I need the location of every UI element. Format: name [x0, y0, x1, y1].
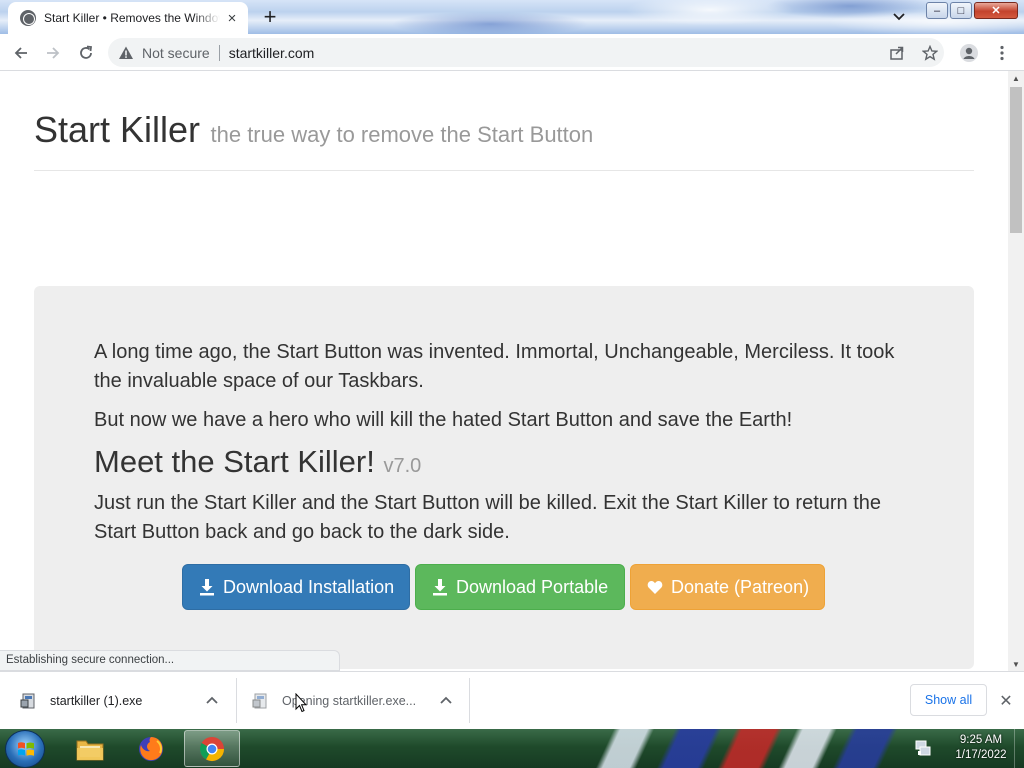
download-installation-label: Download Installation: [223, 576, 395, 597]
share-icon: [890, 46, 904, 60]
security-label[interactable]: Not secure: [142, 45, 210, 61]
forward-button[interactable]: [40, 40, 66, 66]
scrollbar-thumb[interactable]: [1010, 87, 1022, 233]
download-divider: [236, 678, 237, 723]
page-header: Start Killer the true way to remove the …: [34, 109, 593, 151]
site-name: Start Killer: [34, 109, 201, 150]
download-portable-button[interactable]: Download Portable: [415, 564, 625, 610]
taskbar-firefox-button[interactable]: [123, 730, 179, 767]
heart-icon: [647, 578, 663, 596]
download-installation-button[interactable]: Download Installation: [182, 564, 410, 610]
tab-startkiller[interactable]: Start Killer • Removes the Windows Start…: [8, 2, 248, 34]
tab-search-button[interactable]: [888, 7, 910, 27]
omnibox-divider: [218, 44, 220, 61]
bookmark-button[interactable]: [919, 42, 941, 64]
donate-label: Donate (Patreon): [671, 576, 810, 597]
scroll-up-arrow-icon[interactable]: ▲: [1008, 71, 1024, 85]
start-button[interactable]: [5, 730, 45, 768]
exe-file-icon: [20, 693, 35, 708]
browser-toolbar: Not secure startkiller.com: [0, 34, 1024, 71]
hero-text: But now we have a hero who will kill the…: [94, 409, 793, 431]
page-viewport: Start Killer the true way to remove the …: [0, 71, 1008, 671]
tab-title: Start Killer • Removes the Windows Start…: [44, 11, 220, 25]
address-bar[interactable]: Not secure startkiller.com: [108, 38, 944, 67]
exe-file-icon: [252, 693, 267, 708]
donate-patreon-button[interactable]: Donate (Patreon): [630, 564, 825, 610]
hero-panel: A long time ago, the Start Button was in…: [34, 286, 974, 669]
profile-icon: [960, 44, 978, 62]
download-portable-label: Download Portable: [456, 576, 609, 597]
chevron-up-icon[interactable]: [438, 692, 454, 708]
clock-time: 9:25 AM: [959, 734, 1003, 746]
download-icon: [432, 578, 448, 596]
window-maximize-button[interactable]: □: [950, 2, 972, 19]
system-tray: 9:25 AM 1/17/2022: [908, 729, 1024, 768]
reload-button[interactable]: [73, 40, 99, 66]
firefox-icon: [139, 736, 163, 761]
windows-taskbar: 9:25 AM 1/17/2022: [0, 729, 1024, 768]
show-desktop-button[interactable]: [1014, 729, 1024, 768]
instructions-text: Just run the Start Killer and the Start …: [94, 492, 882, 543]
reload-icon: [80, 45, 93, 59]
globe-icon: [20, 10, 36, 26]
mouse-pointer-icon: [295, 693, 307, 713]
taskbar-clock[interactable]: 9:25 AM 1/17/2022: [944, 733, 1018, 763]
chevron-down-icon: [893, 13, 905, 21]
window-minimize-button[interactable]: –: [926, 2, 948, 19]
status-bubble: Establishing secure connection...: [0, 650, 340, 671]
windows-logo-icon: [18, 742, 34, 756]
download-buttons: Download Installation Download Portable …: [182, 564, 825, 610]
download-item[interactable]: startkiller (1).exe: [20, 672, 230, 729]
download-filename: startkiller (1).exe: [50, 693, 143, 708]
intro-text: A long time ago, the Start Button was in…: [94, 341, 895, 392]
network-icon[interactable]: [914, 739, 932, 757]
share-button[interactable]: [886, 42, 908, 64]
taskbar-explorer-button[interactable]: [62, 730, 118, 767]
download-item[interactable]: Opening startkiller.exe...: [252, 672, 462, 729]
warning-triangle-icon[interactable]: [118, 45, 134, 61]
tab-close-icon[interactable]: ×: [224, 10, 240, 26]
taskbar-chrome-button[interactable]: [184, 730, 240, 767]
download-icon: [199, 578, 215, 596]
window-close-button[interactable]: ✕: [974, 2, 1018, 19]
download-shelf: startkiller (1).exe Opening startkiller.…: [0, 671, 1024, 729]
chevron-up-icon[interactable]: [204, 692, 220, 708]
new-tab-button[interactable]: +: [256, 5, 284, 29]
forward-arrow-icon: [47, 47, 60, 59]
close-shelf-icon[interactable]: ✕: [996, 691, 1016, 711]
kebab-menu-icon: [1000, 45, 1004, 61]
folder-icon: [76, 740, 104, 760]
header-divider: [34, 170, 974, 171]
tab-strip: Start Killer • Removes the Windows Start…: [0, 0, 1024, 34]
product-heading-text: Meet the Start Killer!: [94, 444, 375, 479]
chrome-icon: [199, 736, 224, 761]
profile-button[interactable]: [958, 42, 980, 64]
version-label: v7.0: [383, 455, 422, 477]
back-button[interactable]: [8, 40, 34, 66]
scroll-down-arrow-icon[interactable]: ▼: [1008, 657, 1024, 671]
page-scrollbar[interactable]: ▲ ▼: [1008, 71, 1024, 671]
chrome-menu-button[interactable]: [991, 42, 1013, 64]
url-text[interactable]: startkiller.com: [229, 45, 315, 61]
site-tagline: the true way to remove the Start Button: [210, 122, 594, 147]
back-arrow-icon: [14, 47, 27, 59]
download-divider: [469, 678, 470, 723]
product-heading: Meet the Start Killer! v7.0: [94, 445, 904, 483]
clock-date: 1/17/2022: [955, 749, 1007, 761]
star-icon: [922, 45, 938, 61]
show-all-button[interactable]: Show all: [910, 684, 987, 716]
